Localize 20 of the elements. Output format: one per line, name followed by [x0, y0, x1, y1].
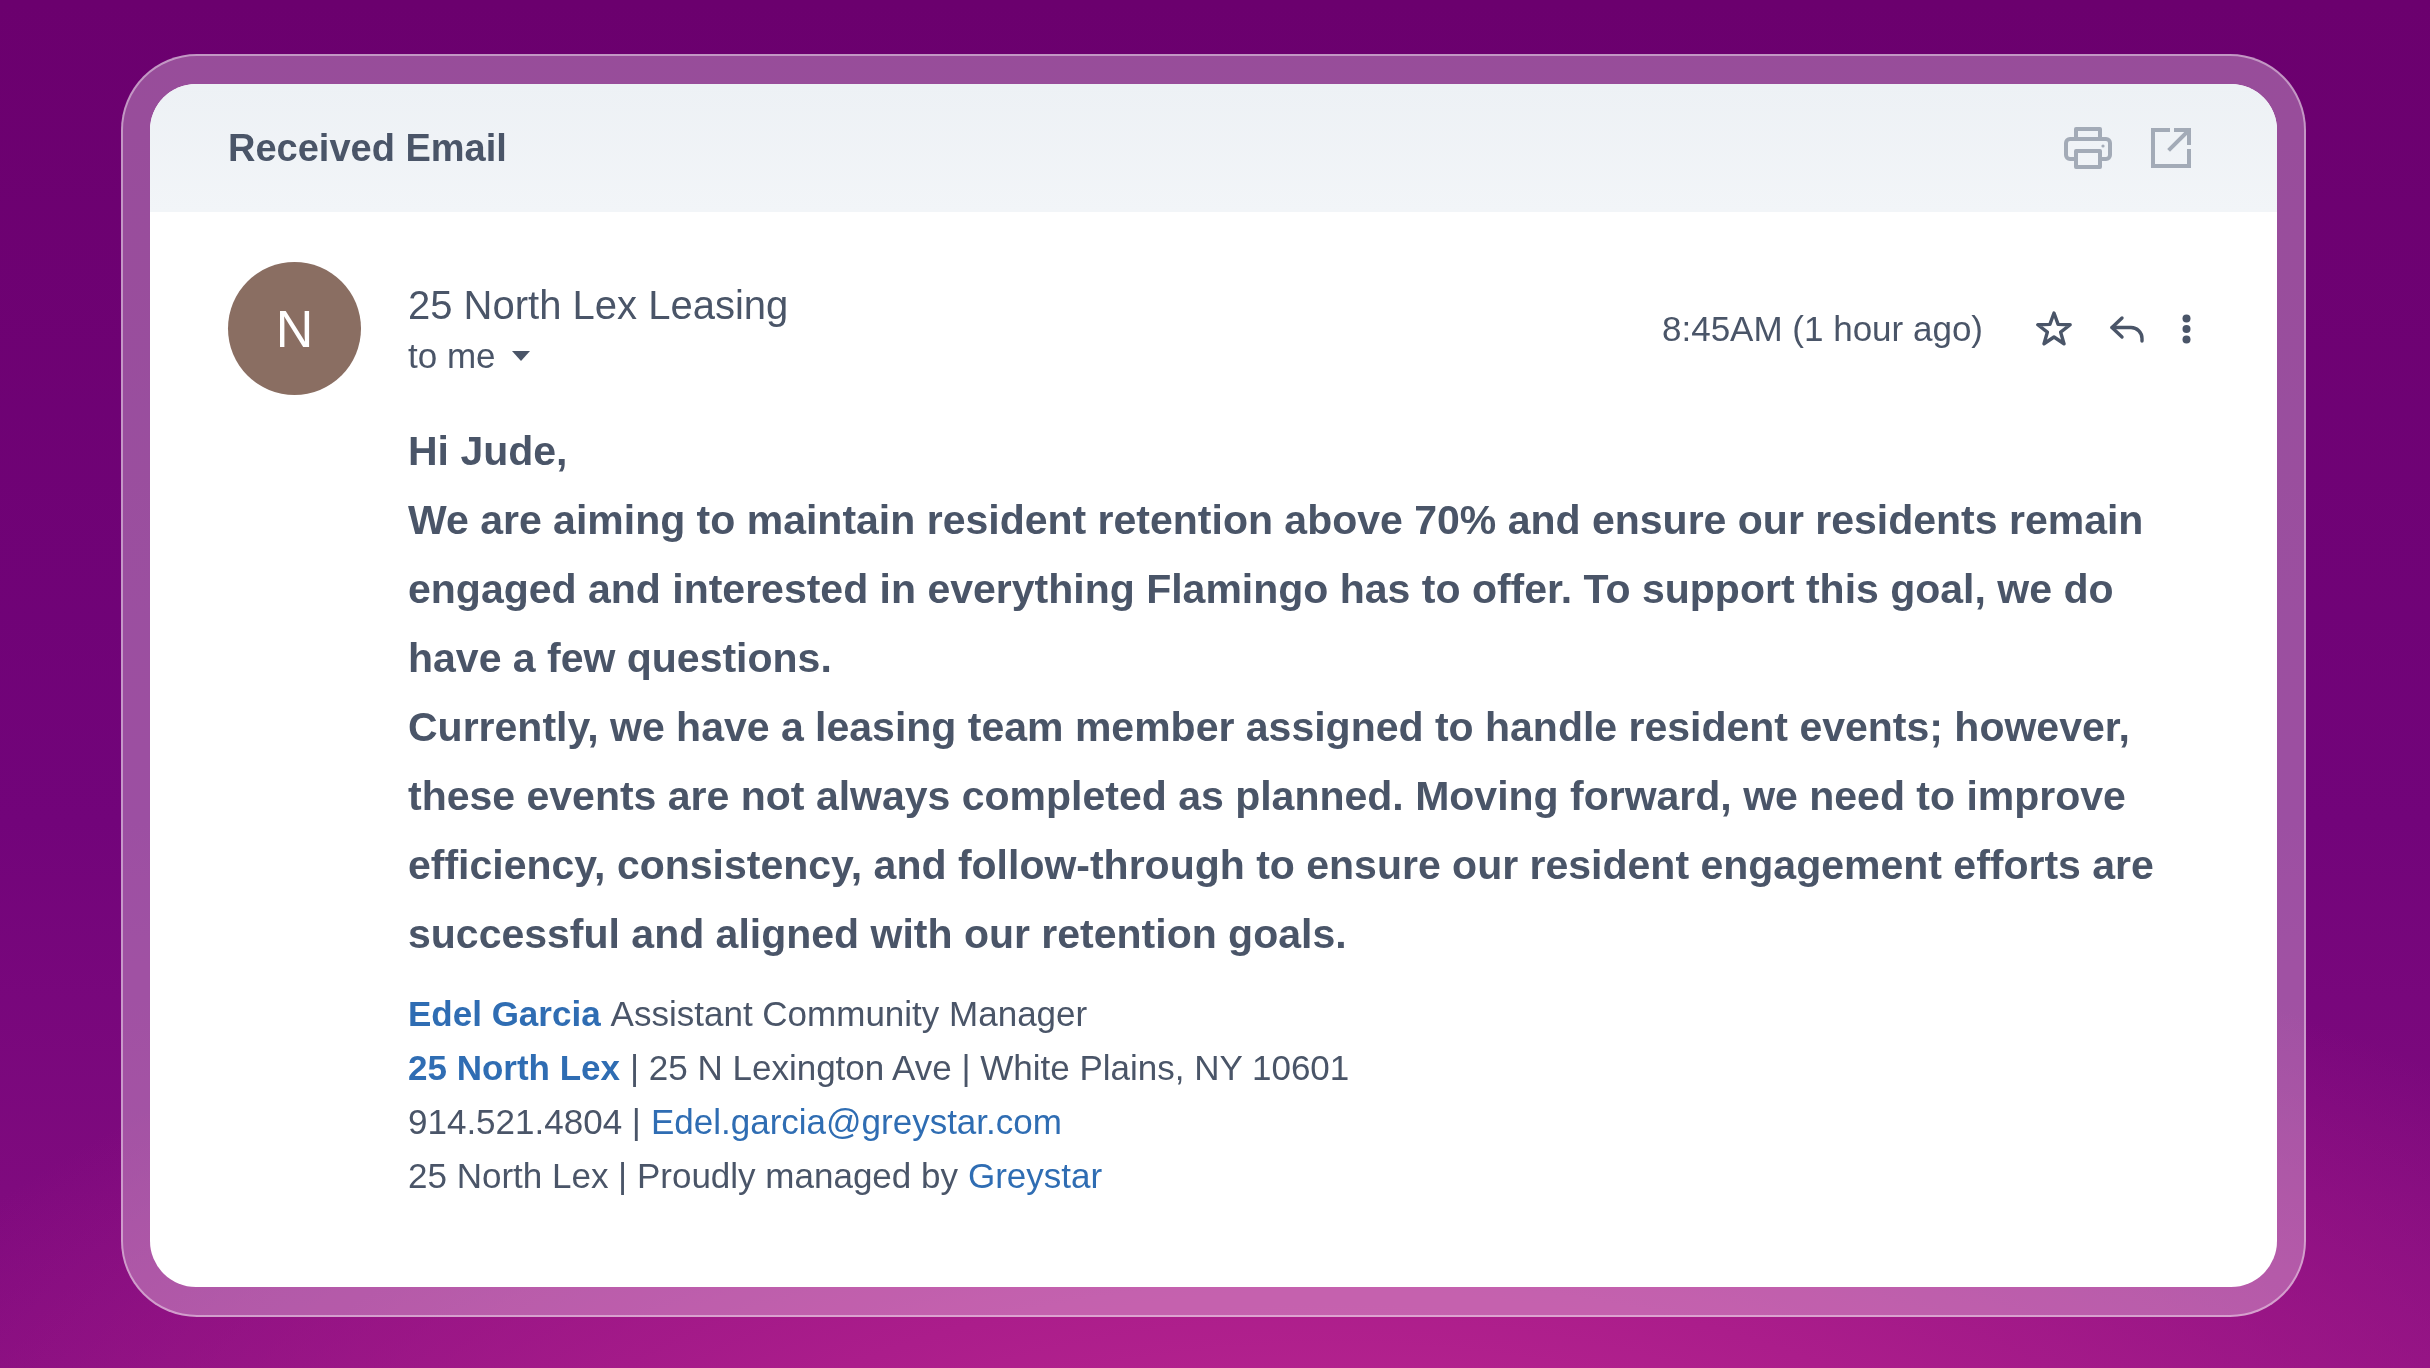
recipient-dropdown[interactable]: to me	[408, 333, 530, 378]
signature-link[interactable]: 25 North Lex	[408, 1041, 620, 1095]
signature-text: | 25 N Lexington Ave | White Plains, NY 10601	[630, 1047, 1350, 1089]
star-icon[interactable]	[2035, 310, 2073, 347]
signature-text: 914.521.4804 |	[408, 1101, 641, 1143]
reply-icon[interactable]	[2109, 314, 2145, 343]
window-title: Received Email	[228, 126, 508, 170]
signature-link[interactable]: Greystar	[967, 1149, 1103, 1203]
timestamp: 8:45AM (1 hour ago)	[1662, 308, 1983, 349]
more-options-icon[interactable]	[2181, 313, 2192, 344]
signature-link[interactable]: Edel.garcia@greystar.com	[650, 1095, 1062, 1149]
sender-name: 25 North Lex Leasing	[408, 281, 789, 329]
signature-link[interactable]: Edel Garcia	[408, 987, 601, 1041]
signature-text: 25 North Lex | Proudly managed by	[408, 1155, 958, 1197]
avatar: N	[228, 262, 361, 395]
caret-icon	[511, 350, 530, 361]
message-paragraph: We are aiming to maintain resident retention above 70% and ensure our residents remain engaged and interested in everything Flamingo has to offer. To support this goal, we do have a few questions.	[408, 496, 2145, 683]
greeting-text: Hi Jude,	[408, 427, 569, 476]
signature-text: Assistant Community Manager	[610, 993, 1088, 1035]
message-paragraph: Currently, we have a leasing team member assigned to handle resident events; however, these events are not always completed as planned. Moving forward, we need to improve efficiency, consistency, and follow-through to ensure our resident engagement efforts are successful and aligned with our retention goals.	[408, 703, 2155, 959]
